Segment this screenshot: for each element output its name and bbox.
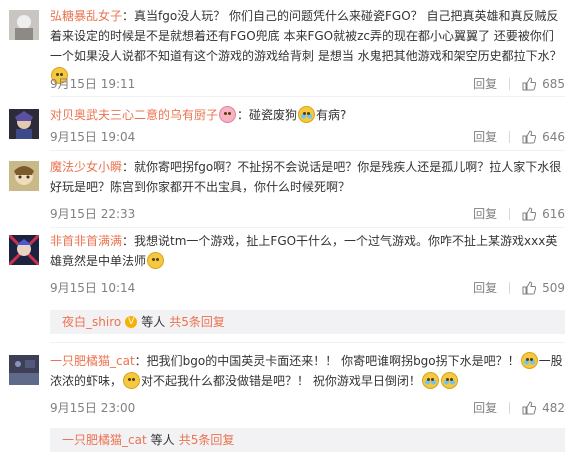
comment-time: 9月15日 22:33 <box>50 207 136 221</box>
like-button[interactable]: 616 <box>522 207 565 221</box>
heart-emoji-icon <box>219 106 237 123</box>
thumbs-up-icon <box>522 280 537 294</box>
crying-emoji-icon <box>298 106 316 123</box>
thumbs-up-icon <box>522 76 537 90</box>
reply-button[interactable]: 回复 <box>473 279 497 296</box>
comment-time: 9月15日 19:11 <box>50 77 136 91</box>
username-link[interactable]: 一只肥橘猫_cat <box>50 354 135 368</box>
avatar[interactable] <box>9 109 39 139</box>
avatar[interactable] <box>9 355 39 385</box>
like-count: 646 <box>542 129 565 144</box>
username-link[interactable]: 魔法少女小瞬 <box>50 160 122 174</box>
like-button[interactable]: 482 <box>522 401 565 415</box>
like-count: 482 <box>542 400 565 415</box>
comment-text: 一只肥橘猫_cat：把我们bgo的中国英灵卡面还来！！ 你寄吧谁啊拐bgo拐下水… <box>50 352 563 389</box>
like-count: 509 <box>542 280 565 295</box>
username-link[interactable]: 对贝奥武夫三心二意的乌有厨子 <box>50 108 218 122</box>
crying-emoji-icon <box>421 372 439 389</box>
reply-button[interactable]: 回复 <box>473 128 497 145</box>
reply-button[interactable]: 回复 <box>473 75 497 92</box>
avatar[interactable] <box>9 10 39 40</box>
like-button[interactable]: 685 <box>522 77 565 91</box>
username-link[interactable]: 弘糖暴乱女子 <box>50 9 122 23</box>
reply-button[interactable]: 回复 <box>473 399 497 416</box>
more-replies-link[interactable]: 共5条回复 <box>179 432 235 448</box>
more-replies-link[interactable]: 共5条回复 <box>169 314 225 330</box>
crying-emoji-icon <box>520 352 538 369</box>
like-count: 685 <box>542 76 565 91</box>
avatar[interactable] <box>9 235 39 265</box>
comment-time: 9月15日 10:14 <box>50 281 136 295</box>
sweat-emoji-icon <box>123 372 141 389</box>
sub-replies-box[interactable]: 一只肥橘猫_cat 等人 共5条回复 <box>50 428 565 452</box>
username-link[interactable]: 非首非首满满 <box>50 234 122 248</box>
thumbs-up-icon <box>522 400 537 414</box>
sub-replies-box[interactable]: 夜白_shiro V 等人 共5条回复 <box>50 310 565 334</box>
sub-reply-user[interactable]: 一只肥橘猫_cat <box>62 432 147 448</box>
comment-time: 9月15日 19:04 <box>50 130 136 144</box>
comment-time: 9月15日 23:00 <box>50 401 136 415</box>
verified-badge-icon: V <box>125 316 138 328</box>
comment-text: 非首非首满满：我想说tm一个游戏，扯上FGO干什么，一个过气游戏。你咋不扯上某游… <box>50 234 558 269</box>
like-count: 616 <box>542 206 565 221</box>
avatar[interactable] <box>9 161 39 191</box>
comment-text: 弘糖暴乱女子：真当fgo没人玩？ 你们自己的问题凭什么来碰瓷FGO？ 自己把真英… <box>50 6 565 86</box>
like-button[interactable]: 646 <box>522 130 565 144</box>
comment-text: 魔法少女小瞬：就你寄吧拐fgo啊？不扯拐不会说话是吧？你是残疾人还是孤儿啊？拉人… <box>50 160 562 194</box>
comment-text: 对贝奥武夫三心二意的乌有厨子 ：碰瓷废狗 有病? <box>50 106 347 123</box>
crying-emoji-icon <box>440 372 458 389</box>
sub-reply-user[interactable]: 夜白_shiro <box>62 314 121 330</box>
grin-emoji-icon <box>147 252 165 269</box>
thumbs-up-icon <box>522 129 537 143</box>
like-button[interactable]: 509 <box>522 281 565 295</box>
reply-button[interactable]: 回复 <box>473 205 497 222</box>
thumbs-up-icon <box>522 206 537 220</box>
